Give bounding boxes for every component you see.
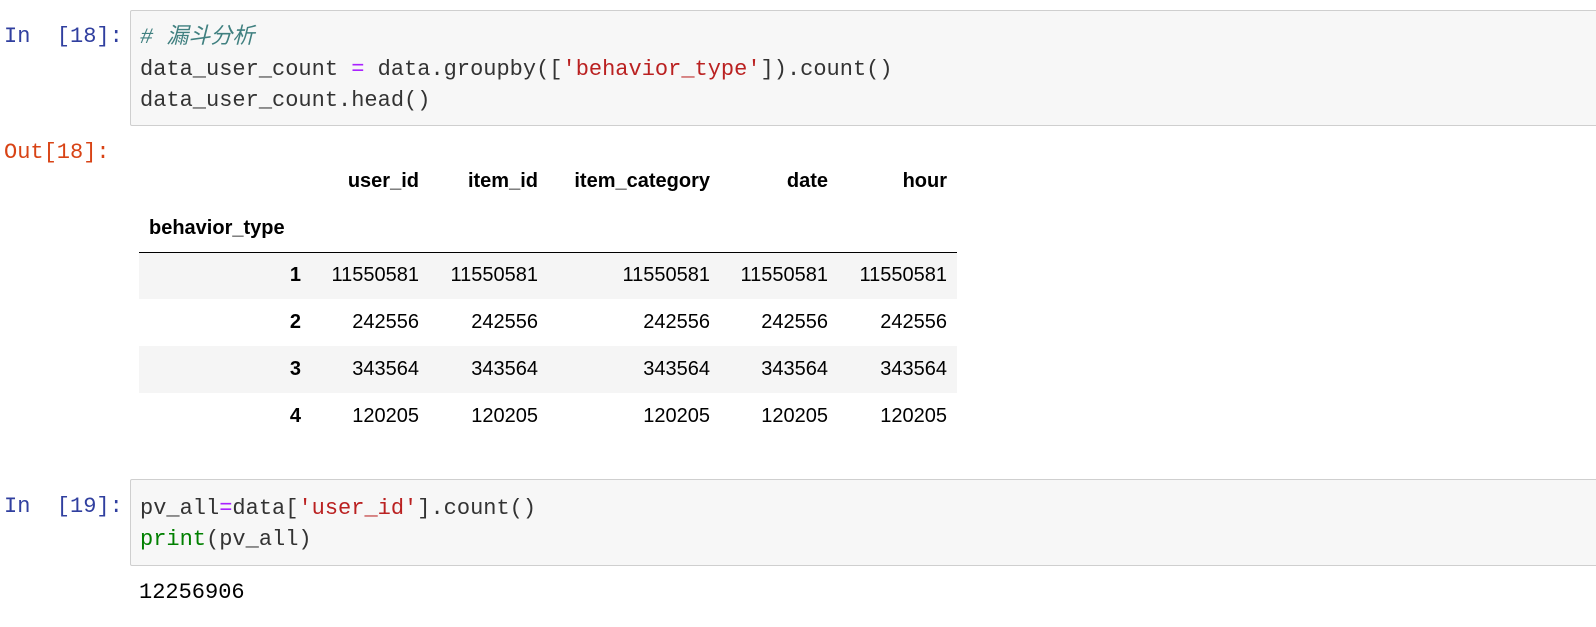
code-comment: # 漏斗分析 [140,25,255,50]
cell-18-out-prompt: Out[18]: [4,140,110,165]
row-index: 2 [289,311,301,333]
code-line-groupby: data_user_count = data.groupby(['behavio… [140,55,893,85]
blank-cell [548,205,720,253]
table-header-row: user_id item_id item_category date hour [139,158,957,205]
table-cell: 11550581 [450,264,539,287]
column-header: date [786,170,828,192]
code-line-head: data_user_count.head() [140,88,431,113]
table-cell: 11550581 [331,264,420,287]
column-header: user_id [347,170,419,192]
code-call-end: ].count() [417,496,537,521]
code-call-end: ]).count() [760,57,893,82]
table-cell: 242556 [643,311,710,333]
code-operator: = [351,57,365,82]
row-index: 4 [289,405,301,427]
blank-cell [311,205,429,253]
row-index: 1 [289,264,301,287]
code-line-comment: # 漏斗分析 [140,23,254,53]
table-cell: 343564 [880,358,947,380]
table-row: 1 11550581 11550581 11550581 11550581 11… [139,252,957,299]
table-cell: 120205 [880,405,947,427]
code-var: data_user_count [140,57,339,82]
code-var: pv_all [140,496,220,521]
table-cell: 242556 [880,311,947,333]
table-cell: 343564 [643,358,710,380]
index-name-row: behavior_type [139,205,957,253]
table-cell: 120205 [643,405,710,427]
table-cell: 11550581 [859,264,948,287]
cell-19-stdout: 12256906 [139,580,245,605]
code-call: data.groupby([ [377,57,563,82]
table-cell: 242556 [352,311,419,333]
table-cell: 343564 [761,358,828,380]
index-name-header: behavior_type [139,205,311,253]
code-string: 'user_id' [298,496,418,521]
blank-cell [429,205,548,253]
header-blank [139,158,311,205]
row-index: 3 [289,358,301,380]
blank-cell [838,205,957,253]
code-call: data[ [232,496,299,521]
cell-18-code-editor[interactable]: # 漏斗分析 data_user_count = data.groupby(['… [130,10,1596,126]
table-cell: 120205 [471,405,538,427]
cell-18-in-prompt: In [18]: [4,24,123,49]
table-cell: 242556 [761,311,828,333]
code-operator: = [219,496,233,521]
column-header: hour [902,170,947,192]
blank-cell [720,205,838,253]
table-cell: 242556 [471,311,538,333]
dataframe-table: user_id item_id item_category date hour … [139,158,957,440]
table-row: 3 343564 343564 343564 343564 343564 [139,346,957,393]
table-cell: 343564 [471,358,538,380]
code-builtin: print [140,527,207,552]
table-cell: 120205 [352,405,419,427]
table-cell: 11550581 [622,264,711,287]
column-header: item_category [574,170,710,192]
code-args: (pv_all) [206,527,312,552]
table-row: 4 120205 120205 120205 120205 120205 [139,393,957,440]
code-line-print: print(pv_all) [140,525,312,555]
table-cell: 343564 [352,358,419,380]
column-header: item_id [467,170,538,192]
table-cell: 120205 [761,405,828,427]
cell-19-code-editor[interactable]: pv_all=data['user_id'].count() print(pv_… [130,479,1596,566]
table-cell: 11550581 [740,264,829,287]
table-row: 2 242556 242556 242556 242556 242556 [139,299,957,346]
code-line-pv-all: pv_all=data['user_id'].count() [140,494,536,524]
cell-19-in-prompt: In [19]: [4,494,123,519]
code-string: 'behavior_type' [562,57,761,82]
